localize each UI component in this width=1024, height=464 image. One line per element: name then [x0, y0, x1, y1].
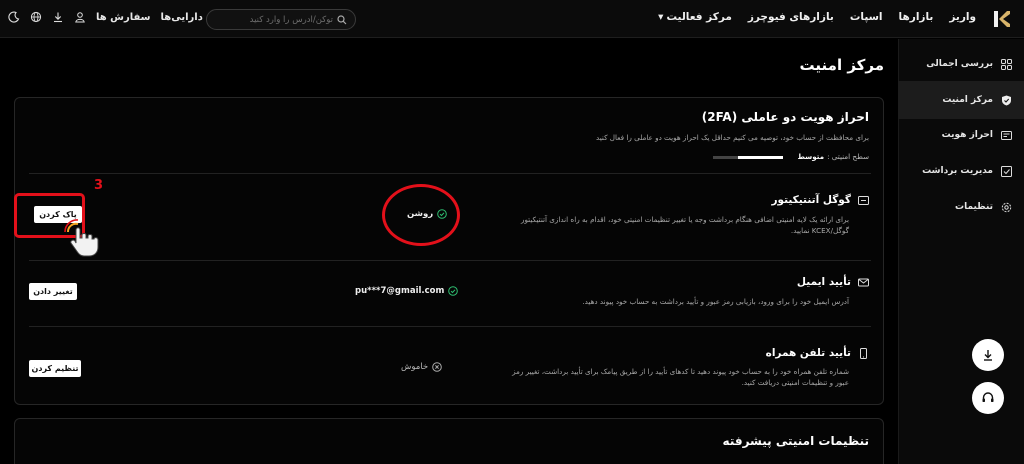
- sidebar-item-label: بررسی اجمالی: [926, 59, 993, 69]
- security-card: احراز هویت دو عاملی (2FA) برای محافظت از…: [14, 97, 884, 405]
- id-card-icon: [1001, 130, 1012, 140]
- theme-moon-icon[interactable]: [8, 11, 20, 23]
- main-nav: واریز بازارها اسپات بازارهای فیوچرز ▾ مرک…: [658, 11, 976, 23]
- divider: [29, 326, 871, 327]
- sidebar-item-settings[interactable]: تنظیمات: [898, 188, 1024, 226]
- security-level-bar: [713, 156, 783, 159]
- phone-verify-description-line1: شماره تلفن همراه خود را به حساب خود پیون…: [512, 367, 849, 376]
- top-header: واریز بازارها اسپات بازارهای فیوچرز ▾ مرک…: [0, 0, 1024, 38]
- globe-icon[interactable]: [30, 11, 42, 23]
- change-email-button[interactable]: تغییر دادن: [29, 283, 77, 300]
- envelope-icon: [858, 278, 869, 286]
- email-verify-title: تأیید ایمیل: [797, 276, 869, 288]
- sidebar-item-label: تنظیمات: [955, 202, 993, 212]
- phone-status-text: خاموش: [401, 362, 429, 372]
- sidebar-item-label: مرکز امنیت: [942, 95, 993, 105]
- google-auth-title: گوگل آتنتیکیتور: [771, 194, 869, 206]
- setup-phone-button[interactable]: تنظیم کردن: [29, 360, 81, 377]
- hand-pointer-icon: [64, 219, 99, 257]
- nav-markets[interactable]: بازارها: [899, 11, 934, 23]
- phone-verify-title: تأیید تلفن همراه: [766, 347, 869, 359]
- advanced-security-title: تنظیمات امنیتی پیشرفته: [722, 434, 869, 448]
- sidebar-item-security[interactable]: مرکز امنیت: [898, 81, 1024, 119]
- assets-link[interactable]: دارایی‌ها: [161, 12, 203, 23]
- security-level-value: متوسط: [797, 152, 825, 161]
- nav-activity-center[interactable]: ▾ مرکز فعالیت: [658, 11, 732, 23]
- chevron-down-icon: ▾: [658, 11, 664, 23]
- phone-verify-description: شماره تلفن همراه خود را به حساب خود پیون…: [409, 366, 849, 388]
- google-auth-description-line2: گوگل/KCEX نمایید.: [790, 226, 849, 236]
- headset-icon: [982, 392, 994, 402]
- mobile-phone-icon: [860, 347, 867, 359]
- shield-icon: [1002, 95, 1011, 105]
- advanced-security-card: تنظیمات امنیتی پیشرفته: [14, 418, 884, 464]
- divider: [29, 260, 871, 261]
- withdraw-icon: [1001, 165, 1012, 177]
- divider: [29, 173, 871, 174]
- sidebar-item-label: احراز هویت: [941, 130, 993, 140]
- download-icon: [984, 350, 992, 361]
- search-input[interactable]: [215, 14, 333, 25]
- orders-link[interactable]: سفارش ها: [96, 12, 151, 23]
- twofa-description: برای محافظت از حساب خود، توصیه می کنیم ح…: [595, 133, 869, 142]
- google-auth-description: برای ارائه یک لایه امنیتی اضافی هنگام بر…: [429, 214, 849, 236]
- nav-futures[interactable]: بازارهای فیوچرز: [748, 11, 834, 23]
- email-verify-description: آدرس ایمیل خود را برای ورود، بازیابی رمز…: [582, 297, 849, 306]
- page-title: مرکز امنیت: [799, 56, 884, 74]
- nav-spot[interactable]: اسپات: [850, 11, 883, 23]
- gear-icon: [1001, 202, 1012, 212]
- email-status-text: pu***7@gmail.com: [355, 286, 445, 296]
- grid-icon: [1001, 58, 1012, 70]
- security-level: سطح امنیتی : متوسط: [797, 151, 869, 162]
- twofa-title: احراز هویت دو عاملی (2FA): [701, 110, 869, 124]
- google-auth-label: گوگل آتنتیکیتور: [771, 194, 851, 206]
- support-chat-button[interactable]: [972, 382, 1004, 414]
- kcex-logo-icon[interactable]: [992, 9, 1012, 29]
- google-auth-description-line1: برای ارائه یک لایه امنیتی اضافی هنگام بر…: [521, 215, 849, 224]
- email-status: pu***7@gmail.com: [355, 286, 459, 296]
- close-circle-icon: [432, 362, 442, 372]
- sidebar: بررسی اجمالی مرکز امنیت احراز هویت مدیری…: [898, 39, 1024, 464]
- annotation-highlight-circle: [382, 184, 460, 246]
- phone-verify-description-line2: عبور و تنظیمات امنیتی دریافت کنید.: [741, 378, 849, 388]
- download-app-button[interactable]: [972, 339, 1004, 371]
- check-circle-icon: [448, 286, 459, 296]
- nav-activity-label: مرکز فعالیت: [666, 11, 732, 23]
- email-verify-label: تأیید ایمیل: [796, 276, 851, 288]
- sidebar-item-identity[interactable]: احراز هویت: [898, 116, 1024, 154]
- search-icon: [337, 14, 347, 24]
- sidebar-item-withdraw-management[interactable]: مدیریت برداشت: [898, 152, 1024, 190]
- annotation-step-number: 3: [94, 178, 104, 193]
- nav-deposit[interactable]: واریز: [949, 11, 976, 23]
- user-icon[interactable]: [74, 11, 86, 23]
- search-box[interactable]: [206, 9, 356, 30]
- sidebar-item-overview[interactable]: بررسی اجمالی: [898, 45, 1024, 83]
- security-level-bar-fill: [738, 156, 783, 159]
- authenticator-icon: [858, 195, 869, 205]
- phone-status: خاموش: [401, 362, 442, 372]
- download-icon[interactable]: [52, 11, 64, 23]
- phone-verify-label: تأیید تلفن همراه: [765, 347, 851, 359]
- header-utilities: سفارش ها دارایی‌ها: [8, 11, 203, 23]
- security-level-label: سطح امنیتی :: [827, 152, 869, 161]
- sidebar-item-label: مدیریت برداشت: [922, 166, 993, 176]
